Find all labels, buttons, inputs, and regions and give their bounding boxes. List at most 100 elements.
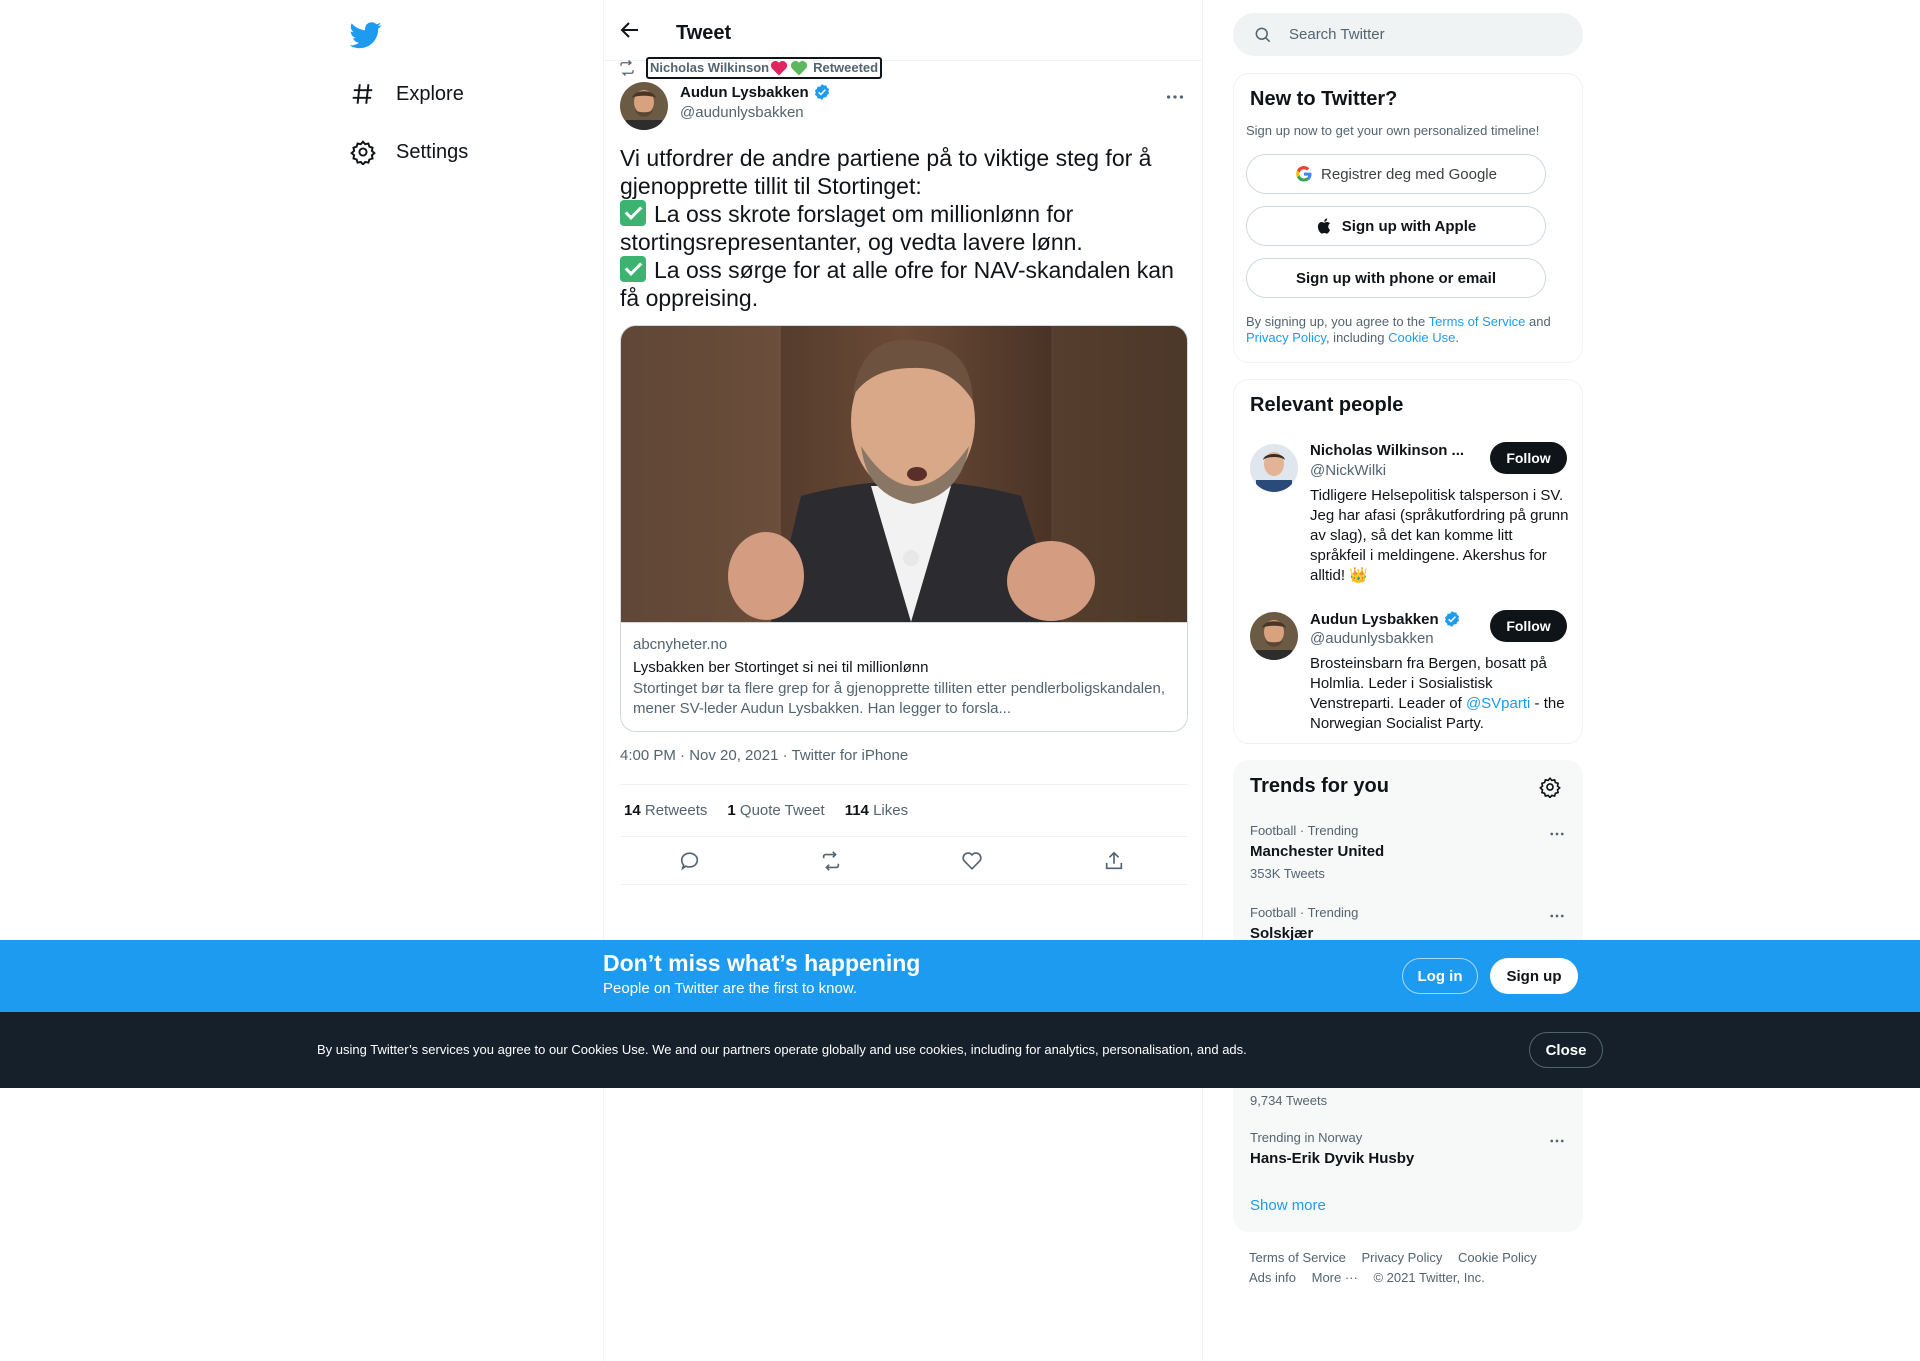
google-signup-button[interactable]: Registrer deg med Google (1246, 154, 1546, 194)
search-input[interactable] (1289, 26, 1569, 43)
terms-end: . (1455, 330, 1459, 345)
show-more-link[interactable]: Show more (1250, 1197, 1326, 1214)
person-handle: @NickWilki (1310, 462, 1387, 479)
person-name-link[interactable]: Nicholas Wilkinson ... (1310, 442, 1464, 459)
footer-copyright: © 2021 Twitter, Inc. (1373, 1270, 1485, 1285)
trend-count: 9,734 Tweets (1250, 1093, 1328, 1108)
google-signup-label: Registrer deg med Google (1321, 165, 1497, 183)
person-name-link[interactable]: Audun Lysbakken (1310, 610, 1461, 628)
twitter-logo-icon[interactable] (350, 19, 382, 51)
tweet-actions (620, 837, 1188, 885)
trend-more-icon[interactable] (1548, 825, 1566, 843)
tweet-point-1: La oss skrote forslaget om millionlønn f… (620, 200, 1188, 256)
author-name: Audun Lysbakken (680, 83, 809, 101)
relevant-people-title: Relevant people (1250, 394, 1404, 416)
more-options-icon[interactable] (1164, 86, 1186, 108)
retweet-icon (620, 60, 634, 76)
signup-banner-title: Don’t miss what’s happening (603, 950, 921, 976)
nav-settings[interactable]: Settings (350, 132, 468, 172)
likes-label: Likes (873, 802, 909, 819)
terms-and: and (1525, 314, 1551, 329)
apple-logo-icon (1317, 218, 1330, 234)
trends-title: Trends for you (1250, 775, 1389, 797)
follow-button[interactable]: Follow (1490, 442, 1567, 474)
top-bar: Tweet (604, 0, 1202, 61)
person-bio: Brosteinsbarn fra Bergen, bosatt på Holm… (1310, 654, 1570, 734)
tweet-point-1-text: La oss skrote forslaget om millionlønn f… (620, 201, 1083, 255)
main-column: Tweet Nicholas Wilkinson Retweeted Audun… (603, 0, 1203, 1361)
like-heart-icon[interactable] (961, 850, 983, 872)
author-avatar[interactable] (620, 82, 668, 130)
nav-explore-label: Explore (396, 82, 464, 105)
person-avatar[interactable] (1250, 444, 1298, 492)
new-to-twitter-subtitle: Sign up now to get your own personalized… (1246, 123, 1540, 138)
author-handle: @audunlysbakken (680, 104, 804, 121)
red-heart-icon (770, 61, 788, 76)
tweet-text: Vi utfordrer de andre partiene på to vik… (620, 144, 1188, 312)
cookie-use-link[interactable]: Cookie Use (1388, 330, 1455, 345)
person-avatar[interactable] (1250, 612, 1298, 660)
new-to-twitter-panel: New to Twitter? Sign up now to get your … (1233, 73, 1583, 363)
search-bar[interactable] (1233, 13, 1583, 56)
trend-item[interactable]: Football · Trending Manchester United 35… (1250, 823, 1570, 882)
tweet-point-2: La oss sørge for at alle ofre for NAV-sk… (620, 256, 1188, 312)
retweet-action-icon[interactable] (820, 850, 842, 872)
trend-meta: Football · Trending (1250, 905, 1359, 920)
nav-explore[interactable]: Explore (350, 74, 464, 114)
signup-banner-subtitle: People on Twitter are the first to know. (603, 980, 858, 997)
phone-email-signup-label: Sign up with phone or email (1295, 269, 1496, 287)
login-button[interactable]: Log in (1402, 958, 1478, 994)
cookie-text: By using Twitter’s services you agree to… (317, 1042, 1247, 1057)
quotes-count: 1 (727, 802, 736, 819)
page-title: Tweet (676, 22, 732, 44)
footer-privacy-link[interactable]: Privacy Policy (1361, 1250, 1442, 1265)
trends-settings-gear-icon[interactable] (1539, 776, 1561, 798)
trend-more-icon[interactable] (1548, 907, 1566, 925)
trend-item[interactable]: 9,734 Tweets (1250, 1089, 1570, 1109)
retweets-count: 14 (624, 802, 641, 819)
retweets-label: Retweets (644, 802, 708, 819)
footer-terms-link[interactable]: Terms of Service (1249, 1250, 1346, 1265)
phone-email-signup-button[interactable]: Sign up with phone or email (1246, 258, 1546, 298)
retweets-stat[interactable]: 14 Retweets (624, 802, 707, 819)
terms-prefix: By signing up, you agree to the (1246, 314, 1429, 329)
quotes-stat[interactable]: 1 Quote Tweet (727, 802, 824, 819)
trend-more-icon[interactable] (1548, 1132, 1566, 1150)
signup-banner: Don’t miss what’s happening People on Tw… (0, 940, 1920, 1012)
likes-stat[interactable]: 114 Likes (845, 802, 908, 819)
card-domain: abcnyheter.no (633, 636, 728, 653)
cookie-close-button[interactable]: Close (1529, 1032, 1603, 1068)
hashtag-icon (352, 84, 373, 104)
share-icon[interactable] (1103, 850, 1125, 872)
person-bio: Tidligere Helsepolitisk talsperson i SV.… (1310, 487, 1569, 584)
apple-signup-button[interactable]: Sign up with Apple (1246, 206, 1546, 246)
retweet-context: Nicholas Wilkinson Retweeted (618, 57, 883, 79)
footer-more-link[interactable]: More ··· (1312, 1270, 1358, 1285)
card-title: Lysbakken ber Stortinget si nei til mill… (633, 659, 929, 676)
signup-terms: By signing up, you agree to the Terms of… (1246, 314, 1566, 346)
likes-count: 114 (844, 802, 869, 819)
bio-mention-link[interactable]: @SVparti (1466, 695, 1530, 712)
follow-button[interactable]: Follow (1490, 610, 1567, 642)
signup-button[interactable]: Sign up (1490, 958, 1578, 994)
reply-icon[interactable] (679, 850, 701, 872)
link-card[interactable]: abcnyheter.no Lysbakken ber Stortinget s… (620, 325, 1188, 732)
retweeter-name: Nicholas Wilkinson (650, 60, 770, 75)
verified-badge-icon (814, 84, 829, 100)
author-name-link[interactable]: Audun Lysbakken (680, 83, 831, 101)
back-arrow-icon[interactable] (618, 18, 642, 42)
tweet-timestamp[interactable]: 4:00 PM · Nov 20, 2021 · Twitter for iPh… (620, 747, 908, 764)
cookie-banner: By using Twitter’s services you agree to… (0, 1012, 1920, 1088)
google-logo-icon (1296, 165, 1312, 182)
trend-item[interactable]: Trending in Norway Hans-Erik Dyvik Husby (1250, 1130, 1570, 1169)
footer-ads-link[interactable]: Ads info (1249, 1270, 1296, 1285)
privacy-policy-link[interactable]: Privacy Policy (1246, 330, 1326, 345)
gear-icon (350, 140, 376, 165)
person-handle: @audunlysbakken (1310, 630, 1434, 647)
sidebar-footer: Terms of Service Privacy Policy Cookie P… (1249, 1248, 1579, 1288)
trend-meta: Trending in Norway (1250, 1130, 1363, 1145)
retweeted-by-link[interactable]: Nicholas Wilkinson Retweeted (646, 57, 883, 79)
trend-item[interactable]: Football · Trending Solskjær (1250, 905, 1570, 944)
terms-of-service-link[interactable]: Terms of Service (1429, 314, 1526, 329)
footer-cookie-link[interactable]: Cookie Policy (1458, 1250, 1537, 1265)
